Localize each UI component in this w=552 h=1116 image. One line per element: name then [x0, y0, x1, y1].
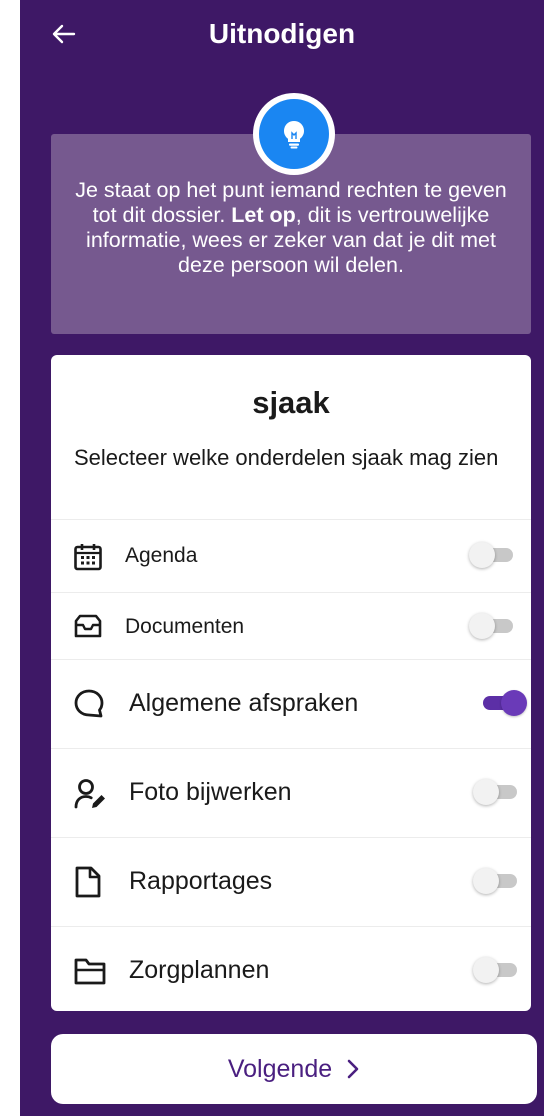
permission-row-foto-bijwerken[interactable]: Foto bijwerken	[51, 748, 531, 837]
user-edit-icon	[73, 777, 107, 811]
permission-label: Rapportages	[129, 867, 273, 895]
permission-label: Foto bijwerken	[129, 778, 292, 806]
next-button-label: Volgende	[227, 1054, 333, 1083]
document-icon	[73, 865, 103, 899]
permission-row-zorgplannen[interactable]: Zorgplannen	[51, 926, 531, 1015]
toggle-foto-bijwerken[interactable]	[473, 779, 521, 805]
notice-emphasis: Let op	[231, 203, 296, 227]
app-screen: Uitnodigen Je staat op het punt iemand r…	[20, 0, 544, 1116]
toggle-documenten[interactable]	[469, 613, 517, 639]
chat-bubble-icon	[73, 688, 105, 720]
lightbulb-icon	[284, 121, 304, 149]
app-bar: Uitnodigen	[20, 0, 544, 70]
toggle-rapportages[interactable]	[473, 868, 521, 894]
lightbulb-badge	[253, 93, 335, 175]
notice-text: Je staat op het punt iemand rechten te g…	[63, 178, 519, 278]
permissions-list: Agenda Documenten Algemene afspraken Fot…	[51, 519, 531, 1015]
permission-row-documenten[interactable]: Documenten	[51, 592, 531, 659]
permission-row-agenda[interactable]: Agenda	[51, 519, 531, 592]
folder-icon	[73, 956, 107, 986]
invitee-name: sjaak	[252, 385, 330, 420]
chevron-right-icon	[347, 1059, 359, 1079]
permission-label: Agenda	[125, 544, 198, 567]
permission-row-rapportages[interactable]: Rapportages	[51, 837, 531, 926]
card-subtitle: Selecteer welke onderdelen sjaak mag zie…	[74, 445, 499, 470]
permission-label: Documenten	[125, 615, 245, 638]
toggle-algemene-afspraken[interactable]	[479, 690, 527, 716]
permission-label: Algemene afspraken	[129, 689, 359, 717]
page-title: Uitnodigen	[208, 18, 356, 49]
permission-row-algemene-afspraken[interactable]: Algemene afspraken	[51, 659, 531, 748]
permission-label: Zorgplannen	[129, 956, 270, 984]
inbox-icon	[73, 613, 103, 639]
toggle-agenda[interactable]	[469, 542, 517, 568]
calendar-icon	[73, 542, 103, 572]
next-button[interactable]: Volgende	[51, 1034, 537, 1104]
permissions-card: sjaak Selecteer welke onderdelen sjaak m…	[51, 355, 531, 1011]
toggle-zorgplannen[interactable]	[473, 957, 521, 983]
